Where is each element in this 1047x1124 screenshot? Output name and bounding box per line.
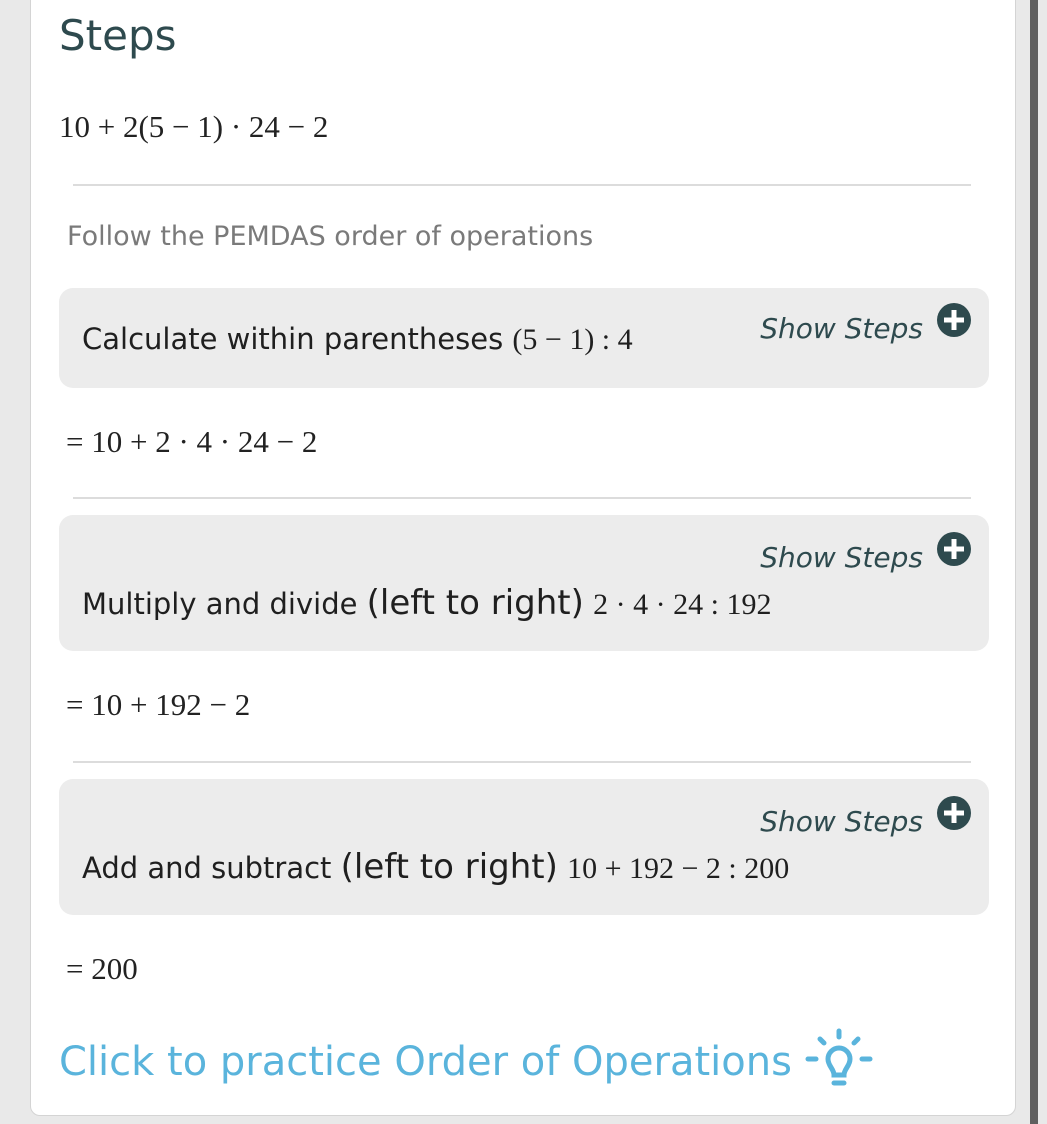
- show-steps-label: Show Steps: [760, 805, 923, 838]
- step-result: = 10 + 2 · 4 · 24 − 2: [66, 424, 318, 459]
- step-label: Calculate within parentheses: [82, 322, 504, 356]
- plus-circle-icon: [937, 531, 971, 566]
- step-label-paren: (left to right): [340, 847, 558, 887]
- show-steps-button[interactable]: Show Steps: [760, 795, 971, 838]
- step-label: Multiply and divide: [82, 587, 358, 621]
- lightbulb-icon: [805, 1028, 873, 1086]
- show-steps-button[interactable]: Show Steps: [760, 302, 971, 345]
- step-math: 2 · 4 · 24 : 192: [593, 588, 772, 621]
- steps-panel: Steps 10 + 2(5 − 1) · 24 − 2 Follow the …: [30, 0, 1016, 1116]
- plus-circle-icon: [937, 795, 971, 830]
- show-steps-button[interactable]: Show Steps: [760, 531, 971, 574]
- show-steps-label: Show Steps: [760, 312, 923, 345]
- step-math: 10 + 192 − 2 : 200: [567, 852, 790, 885]
- final-result: = 200: [66, 951, 138, 986]
- step-description: Multiply and divide (left to right) 2 · …: [82, 583, 771, 623]
- divider: [73, 184, 971, 186]
- practice-link[interactable]: Click to practice Order of Operations: [59, 1027, 874, 1097]
- step-math: (5 − 1) : 4: [512, 323, 633, 356]
- steps-title: Steps: [59, 11, 177, 60]
- step-add-subtract: Show Steps Add and subtract (left to rig…: [59, 779, 989, 915]
- pemdas-hint: Follow the PEMDAS order of operations: [67, 221, 594, 252]
- step-result: = 10 + 192 − 2: [66, 687, 251, 722]
- show-steps-label: Show Steps: [760, 541, 923, 574]
- original-expression: 10 + 2(5 − 1) · 24 − 2: [59, 109, 329, 144]
- practice-link-label: Click to practice Order of Operations: [59, 1039, 792, 1085]
- plus-circle-icon: [937, 302, 971, 337]
- divider: [73, 497, 971, 499]
- divider: [73, 761, 971, 763]
- step-description: Calculate within parentheses (5 − 1) : 4: [82, 322, 633, 357]
- step-multiply-divide: Show Steps Multiply and divide (left to …: [59, 515, 989, 651]
- step-description: Add and subtract (left to right) 10 + 19…: [82, 847, 789, 887]
- step-label: Add and subtract: [82, 851, 332, 885]
- step-calculate-parentheses: Calculate within parentheses (5 − 1) : 4…: [59, 288, 989, 388]
- step-label-paren: (left to right): [366, 583, 584, 623]
- scrollbar[interactable]: [1030, 0, 1038, 1124]
